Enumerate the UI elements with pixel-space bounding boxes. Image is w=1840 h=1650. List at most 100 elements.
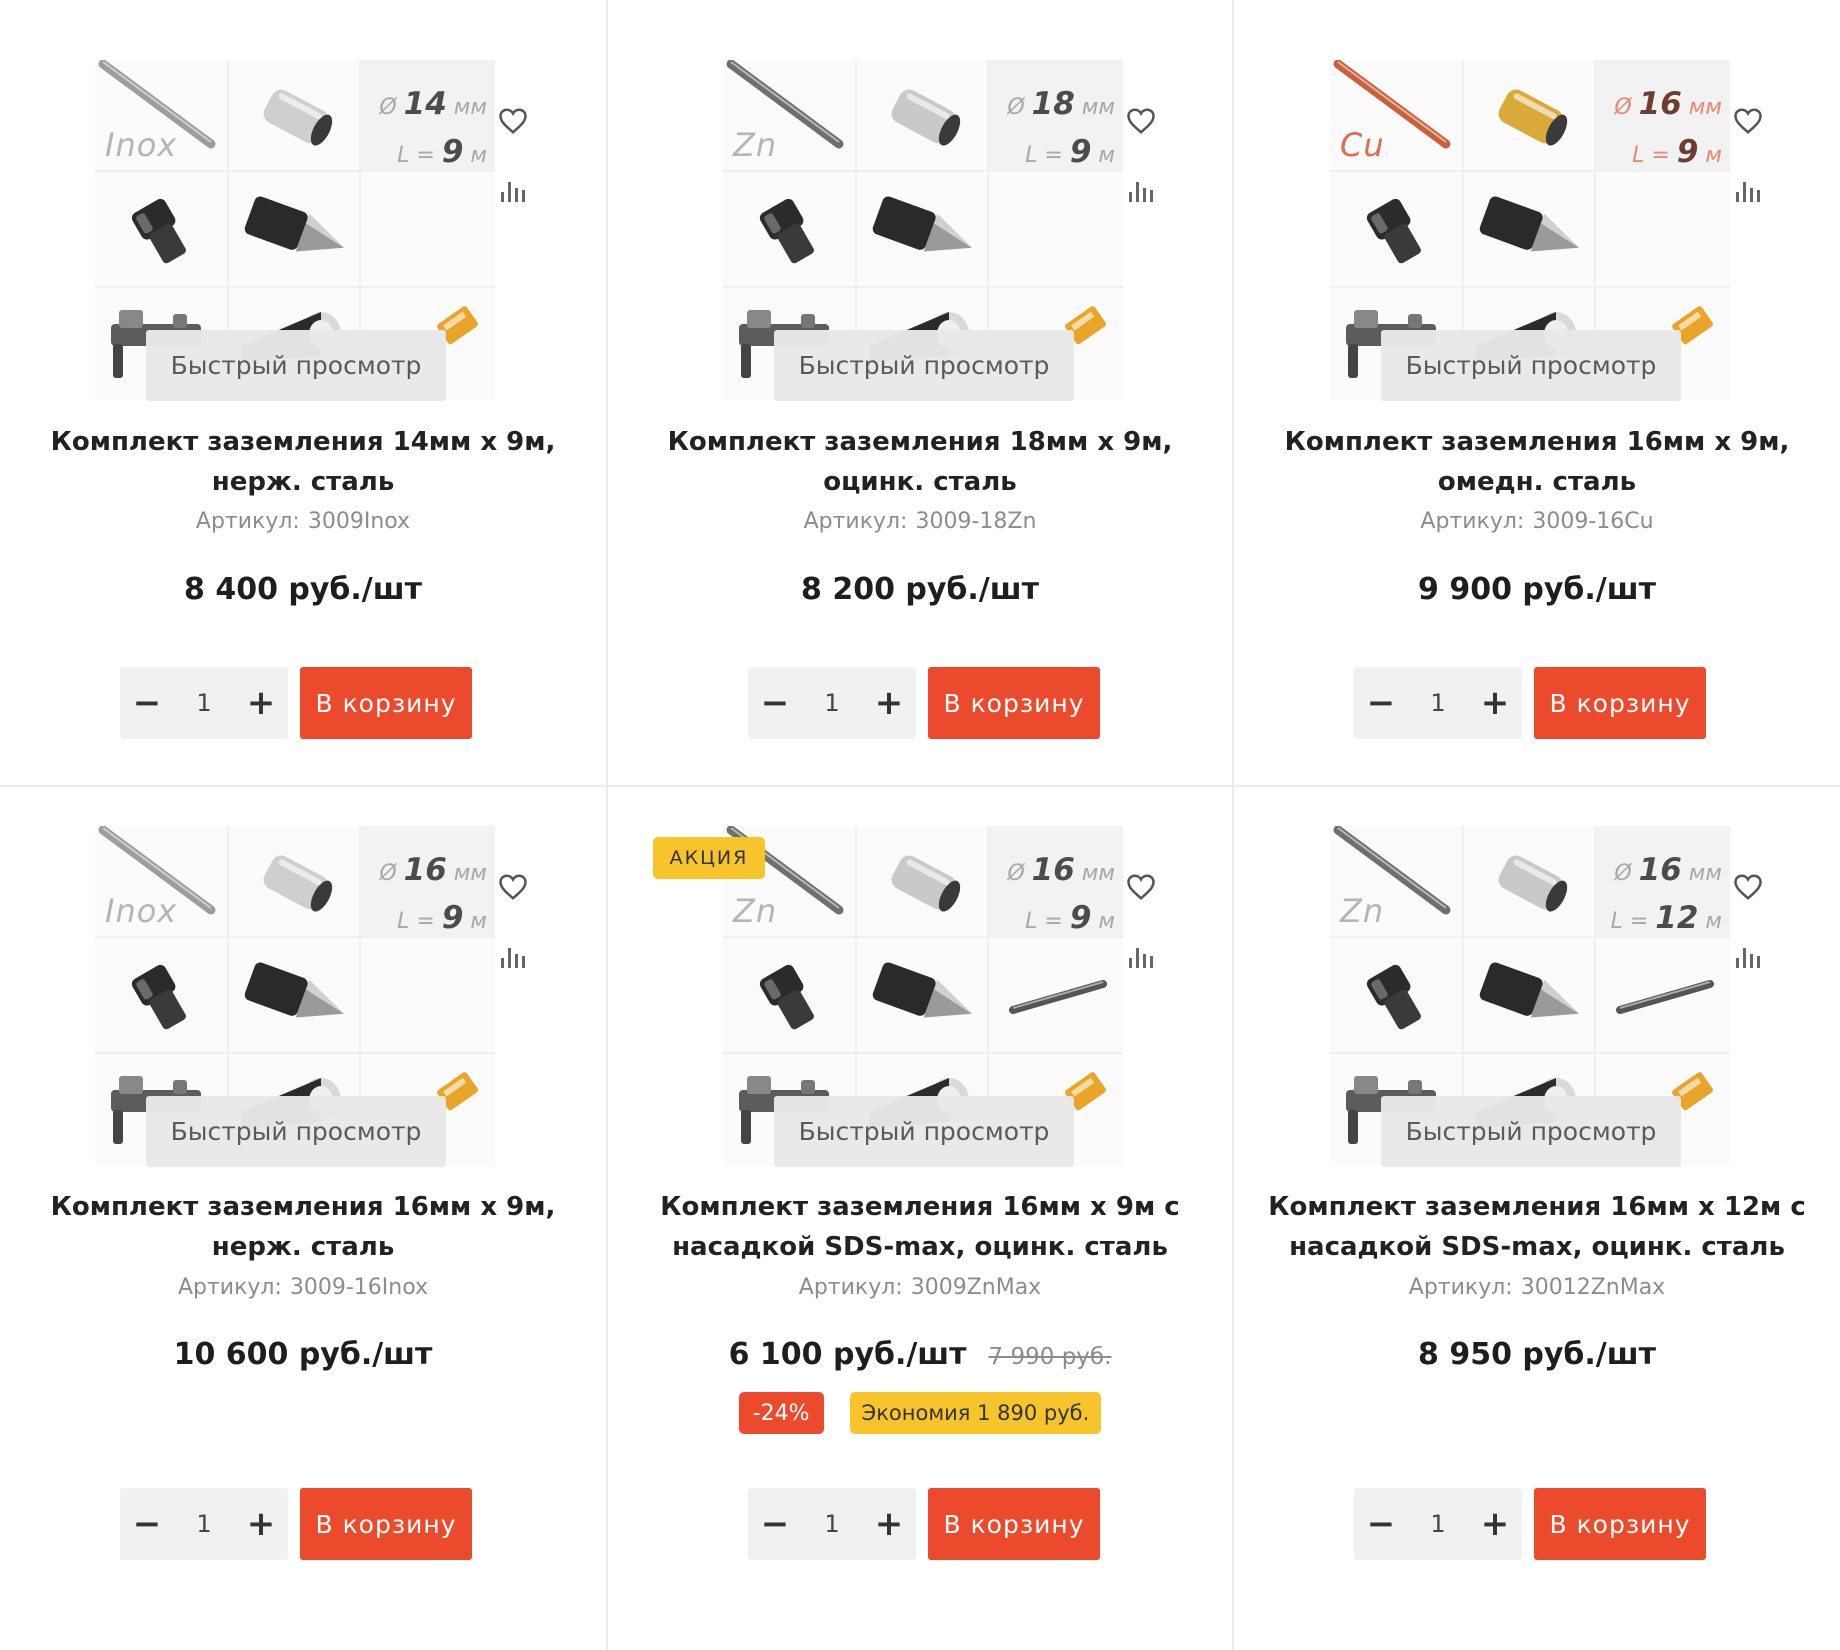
plus-icon[interactable]: + <box>234 667 288 739</box>
compare-bars-icon[interactable] <box>497 940 531 974</box>
product-title[interactable]: Комплект заземления 18мм х 9м, оцинк. ст… <box>608 422 1232 502</box>
heart-icon[interactable] <box>496 104 530 138</box>
product-card-2: Zn Ø 18 мм L = 9 м Быстрый просмотр Комп… <box>608 0 1234 787</box>
product-title-line1: Комплект заземления 16мм х 9м, <box>50 1192 556 1222</box>
product-card-5: Zn Ø 16 мм L = 9 м АКЦИЯ Быстрый просмот… <box>608 787 1234 1650</box>
heart-icon[interactable] <box>1124 104 1158 138</box>
diameter-unit: мм <box>1688 95 1722 120</box>
quantity-input[interactable] <box>802 667 862 739</box>
coupling-thumbnail <box>857 826 989 938</box>
quantity-input[interactable] <box>174 1488 234 1560</box>
length-value: 9 <box>1069 900 1092 936</box>
sku-label: Артикул: <box>195 509 300 534</box>
compare-bars-icon[interactable] <box>1125 940 1159 974</box>
coupling-image <box>1498 855 1568 912</box>
diameter-symbol: Ø <box>1614 95 1639 120</box>
coupling-thumbnail <box>1464 826 1596 938</box>
rod-thumbnail: Inox <box>95 60 229 172</box>
sku-label: Артикул: <box>177 1275 282 1300</box>
heart-icon[interactable] <box>1731 870 1765 904</box>
spec-thumbnail: Ø 16 мм L = 12 м <box>1596 826 1730 938</box>
price-value: 8 950 руб./шт <box>1418 1337 1656 1372</box>
add-to-cart-button[interactable]: В корзину <box>928 1488 1100 1560</box>
compare-bars-icon[interactable] <box>497 174 531 208</box>
sku-value: 3009Inox <box>307 509 411 534</box>
quick-view-button[interactable]: Быстрый просмотр <box>146 330 446 401</box>
quantity-input[interactable] <box>802 1488 862 1560</box>
add-to-cart-button[interactable]: В корзину <box>300 1488 472 1560</box>
quantity-input[interactable] <box>174 667 234 739</box>
product-card-6: Zn Ø 16 мм L = 12 м Быстрый просмотр Ком… <box>1234 787 1840 1650</box>
compare-bars-icon[interactable] <box>1732 174 1766 208</box>
product-title[interactable]: Комплект заземления 16мм х 12м с насадко… <box>1234 1187 1840 1267</box>
price-value: 9 900 руб./шт <box>1418 572 1656 607</box>
sku-label: Артикул: <box>1408 1275 1513 1300</box>
product-card-4: Inox Ø 16 мм L = 9 м Быстрый просмотр Ко… <box>0 787 608 1650</box>
product-title[interactable]: Комплект заземления 16мм х 9м, омедн. ст… <box>1234 422 1840 502</box>
compare-bars-icon[interactable] <box>1732 940 1766 974</box>
metal-label: Zn <box>733 126 778 164</box>
coupling-image <box>1498 89 1568 146</box>
sku: Артикул: 3009-18Zn <box>608 509 1232 534</box>
spec-thumbnail: Ø 14 мм L = 9 м <box>361 60 495 172</box>
minus-icon[interactable]: − <box>748 667 802 739</box>
bolt-thumbnail <box>1330 172 1464 288</box>
spec-text: Ø 16 мм L = 12 м <box>1611 848 1722 944</box>
price: 8 400 руб./шт <box>0 572 606 607</box>
tip-thumbnail <box>229 938 361 1054</box>
product-title[interactable]: Комплект заземления 16мм х 9м с насадкой… <box>608 1187 1232 1267</box>
add-to-cart-button[interactable]: В корзину <box>1534 667 1706 739</box>
product-title-line2: омедн. сталь <box>1437 467 1637 497</box>
coupling-thumbnail <box>229 826 361 938</box>
adapter-thumbnail <box>361 172 495 288</box>
coupling-image <box>891 89 961 146</box>
plus-icon[interactable]: + <box>862 1488 916 1560</box>
heart-icon[interactable] <box>1731 104 1765 138</box>
quantity-input[interactable] <box>1408 667 1468 739</box>
quick-view-button[interactable]: Быстрый просмотр <box>774 330 1074 401</box>
product-title[interactable]: Комплект заземления 14мм х 9м, нерж. ста… <box>0 422 606 502</box>
quantity-input[interactable] <box>1408 1488 1468 1560</box>
price-value: 6 100 руб./шт <box>728 1337 967 1372</box>
add-to-cart-button[interactable]: В корзину <box>300 667 472 739</box>
add-to-cart-button[interactable]: В корзину <box>1534 1488 1706 1560</box>
price-value: 8 400 руб./шт <box>184 572 422 607</box>
sku-label: Артикул: <box>798 1275 903 1300</box>
add-to-cart-button[interactable]: В корзину <box>928 667 1100 739</box>
quantity-stepper: − + <box>120 1488 288 1560</box>
sku-value: 3009ZnMax <box>910 1275 1042 1300</box>
plus-icon[interactable]: + <box>234 1488 288 1560</box>
product-title[interactable]: Комплект заземления 16мм х 9м, нерж. ста… <box>0 1187 606 1267</box>
sku-value: 30012ZnMax <box>1520 1275 1666 1300</box>
bolt-thumbnail <box>723 938 857 1054</box>
bolt-image <box>131 198 186 264</box>
savings-badge: Экономия 1 890 руб. <box>849 1392 1102 1434</box>
minus-icon[interactable]: − <box>120 1488 174 1560</box>
old-price: 7 990 руб. <box>988 1344 1112 1370</box>
adapter-thumbnail <box>1596 172 1730 288</box>
sku-label: Артикул: <box>803 509 908 534</box>
sku-value: 3009-16Inox <box>289 1275 429 1300</box>
tip-thumbnail <box>229 172 361 288</box>
plus-icon[interactable]: + <box>862 667 916 739</box>
plus-icon[interactable]: + <box>1468 667 1522 739</box>
plus-icon[interactable]: + <box>1468 1488 1522 1560</box>
diameter-symbol: Ø <box>1007 861 1032 886</box>
minus-icon[interactable]: − <box>120 667 174 739</box>
compare-bars-icon[interactable] <box>1125 174 1159 208</box>
quick-view-button[interactable]: Быстрый просмотр <box>146 1096 446 1167</box>
tip-image <box>1479 962 1579 1018</box>
minus-icon[interactable]: − <box>1354 1488 1408 1560</box>
length-value: 9 <box>1676 134 1699 170</box>
spec-thumbnail: Ø 18 мм L = 9 м <box>989 60 1123 172</box>
quick-view-button[interactable]: Быстрый просмотр <box>774 1096 1074 1167</box>
minus-icon[interactable]: − <box>1354 667 1408 739</box>
quantity-stepper: − + <box>1354 667 1522 739</box>
heart-icon[interactable] <box>1124 870 1158 904</box>
length-value: 9 <box>441 900 464 936</box>
product-card-1: Inox Ø 14 мм L = 9 м Быстрый просмотр Ко… <box>0 0 608 787</box>
quick-view-button[interactable]: Быстрый просмотр <box>1381 1096 1681 1167</box>
quick-view-button[interactable]: Быстрый просмотр <box>1381 330 1681 401</box>
heart-icon[interactable] <box>496 870 530 904</box>
minus-icon[interactable]: − <box>748 1488 802 1560</box>
